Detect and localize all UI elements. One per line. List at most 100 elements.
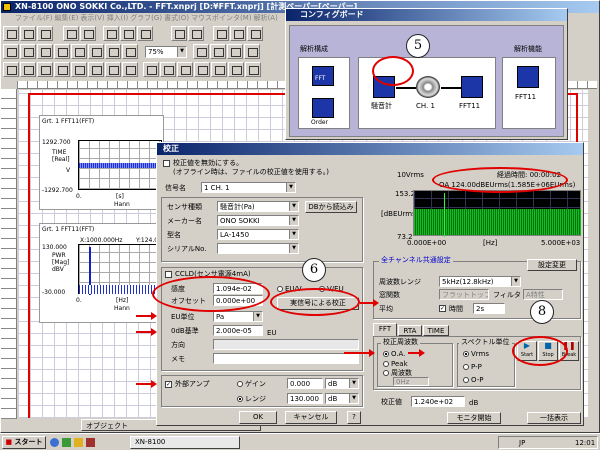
signal-select[interactable]: 1 CH. 1 ▼ xyxy=(201,182,296,193)
toolbar-d15-icon[interactable] xyxy=(245,62,261,77)
tab-rta[interactable]: RTA xyxy=(398,325,422,336)
tab-time[interactable]: TIME xyxy=(423,325,449,336)
toolbar-d10-icon[interactable] xyxy=(160,62,176,77)
start-menu-button[interactable]: ■ スタート xyxy=(2,436,46,449)
gain-input[interactable]: 0.000 xyxy=(287,378,323,389)
memo-input[interactable] xyxy=(213,353,359,364)
gain-radio[interactable]: ゲイン xyxy=(237,379,266,389)
vrms-radio[interactable]: Vrms xyxy=(463,349,489,359)
toolbar-tool2-icon[interactable] xyxy=(230,26,246,41)
toolbar-tool-icon[interactable] xyxy=(213,26,229,41)
range-radio[interactable]: レンジ xyxy=(237,394,266,404)
toolbar-d9-icon[interactable] xyxy=(143,62,159,77)
callout-ellipse-start xyxy=(512,336,568,366)
order-module-icon[interactable] xyxy=(312,98,334,118)
range-input[interactable]: 130.000 xyxy=(287,393,323,404)
range-unit-select[interactable]: dB ▼ xyxy=(325,393,359,404)
quicklaunch-desktop-icon[interactable] xyxy=(62,438,71,447)
toolbar-b2-icon[interactable] xyxy=(20,44,36,59)
toolbar-b3-icon[interactable] xyxy=(37,44,53,59)
pp-radio[interactable]: P-P xyxy=(463,362,482,372)
eu-unit-select[interactable]: Pa ▼ xyxy=(213,311,263,322)
menu-insert[interactable]: 挿入(I) xyxy=(107,13,129,25)
toolbar-paste-icon[interactable] xyxy=(137,26,153,41)
toolbar-d13-icon[interactable] xyxy=(211,62,227,77)
menu-view[interactable]: 表示(V) xyxy=(80,13,104,25)
menu-analysis[interactable]: 解析(A) xyxy=(254,13,278,25)
menu-mouse[interactable]: マウスポインタ(M) xyxy=(191,13,252,25)
toolbar-d5-icon[interactable] xyxy=(71,62,87,77)
tab-fft[interactable]: FFT xyxy=(373,323,397,336)
oa-radio[interactable]: O.A. xyxy=(383,349,405,359)
toolbar-copy-icon[interactable] xyxy=(120,26,136,41)
toolbar-d14-icon[interactable] xyxy=(228,62,244,77)
toolbar-undo-icon[interactable] xyxy=(171,26,187,41)
model-select[interactable]: LA-1450 ▼ xyxy=(217,229,299,240)
ext-amp-checkbox[interactable]: ✓ xyxy=(165,381,172,388)
toolbar-graph2-icon[interactable] xyxy=(80,26,96,41)
toolbar-b6-icon[interactable] xyxy=(88,44,104,59)
freq-range-select[interactable]: 5kHz(12.8kHz) ▼ xyxy=(439,276,521,287)
setting-change-button[interactable]: 設定変更 xyxy=(527,259,577,271)
cancel-button[interactable]: キャンセル xyxy=(285,411,337,424)
fft11-node-icon[interactable] xyxy=(461,76,483,98)
db-read-button[interactable]: DBから読込み xyxy=(305,201,357,213)
disable-calibration-checkbox[interactable] xyxy=(163,160,170,167)
monitor-start-button[interactable]: モニタ開始 xyxy=(447,412,501,424)
toolbar-zoom-out-icon[interactable] xyxy=(210,44,226,59)
ime-indicator[interactable]: JP xyxy=(519,438,525,448)
zoom-select[interactable]: 75% ▼ xyxy=(145,46,187,58)
quicklaunch-mail-icon[interactable] xyxy=(74,438,83,447)
toolbar-redo-icon[interactable] xyxy=(188,26,204,41)
op-radio[interactable]: O-P xyxy=(463,375,483,385)
direction-input[interactable] xyxy=(213,339,359,350)
time-input[interactable]: 2s xyxy=(473,303,505,314)
quicklaunch-app-icon[interactable] xyxy=(86,438,95,447)
toolbar-c2-icon[interactable] xyxy=(244,44,260,59)
toolbar-d4-icon[interactable] xyxy=(54,62,70,77)
batch-display-button[interactable]: 一括表示 xyxy=(527,412,581,424)
graph-time[interactable]: Grt. 1 FFT11(FFT) 1292.700 TIME [Real] V… xyxy=(39,115,164,210)
graph1-x-left: 0. xyxy=(76,193,82,200)
menu-graph[interactable]: グラフ(G) xyxy=(130,13,162,25)
graph-spectrum[interactable]: Grt. 1 FFT11(FFT) X:1000.000Hz Y:124.00 … xyxy=(39,223,164,323)
help-button[interactable]: ? xyxy=(347,411,361,424)
graph1-y-top: 1292.700 xyxy=(42,139,71,146)
toolbar-open-icon[interactable] xyxy=(20,26,36,41)
menu-edit[interactable]: 編集(E) xyxy=(55,13,79,25)
time-checkbox[interactable]: ✓ xyxy=(439,305,446,312)
toolbar-cut-icon[interactable] xyxy=(103,26,119,41)
menu-file[interactable]: ファイル(F) xyxy=(15,13,53,25)
toolbar-d1-icon[interactable] xyxy=(3,62,19,77)
taskbar-app-button[interactable]: XN-8100 xyxy=(130,436,240,449)
gain-unit-select[interactable]: dB ▼ xyxy=(325,378,359,389)
fft11-function-icon[interactable] xyxy=(517,66,539,88)
toolbar-d6-icon[interactable] xyxy=(88,62,104,77)
sensor-type-select[interactable]: 騒音計(Pa) ▼ xyxy=(217,201,299,212)
toolbar-graph-icon[interactable] xyxy=(63,26,79,41)
toolbar-d2-icon[interactable] xyxy=(20,62,36,77)
channel-node-icon[interactable] xyxy=(416,76,440,98)
toolbar-c1-icon[interactable] xyxy=(227,44,243,59)
maker-select[interactable]: ONO SOKKI ▼ xyxy=(217,215,299,226)
quicklaunch-ie-icon[interactable] xyxy=(50,438,59,447)
toolbar-new-icon[interactable] xyxy=(3,26,19,41)
serial-select[interactable]: ▼ xyxy=(217,243,299,254)
ok-button[interactable]: OK xyxy=(239,411,277,424)
toolbar-b4-icon[interactable] xyxy=(54,44,70,59)
toolbar-d11-icon[interactable] xyxy=(177,62,193,77)
toolbar-d12-icon[interactable] xyxy=(194,62,210,77)
toolbar-b7-icon[interactable] xyxy=(105,44,121,59)
toolbar-tool3-icon[interactable] xyxy=(247,26,263,41)
toolbar-b5-icon[interactable] xyxy=(71,44,87,59)
toolbar-save-icon[interactable] xyxy=(37,26,53,41)
toolbar-d3-icon[interactable] xyxy=(37,62,53,77)
toolbar-zoom-in-icon[interactable] xyxy=(193,44,209,59)
toolbar-d7-icon[interactable] xyxy=(105,62,121,77)
db-ref-input[interactable]: 2.000e-05 xyxy=(213,325,263,336)
toolbar-b1-icon[interactable] xyxy=(3,44,19,59)
menu-format[interactable]: 書式(O) xyxy=(164,13,189,25)
toolbar-b8-icon[interactable] xyxy=(122,44,138,59)
toolbar-d8-icon[interactable] xyxy=(122,62,138,77)
ccld-checkbox[interactable] xyxy=(165,271,172,278)
